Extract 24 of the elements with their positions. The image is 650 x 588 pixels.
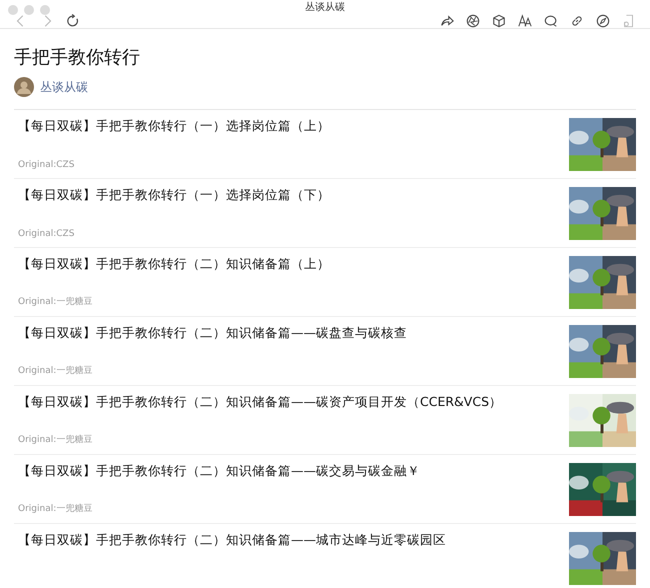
avatar-icon [14,77,34,97]
article-link[interactable]: 【每日双碳】手把手教你转行（二）知识储备篇——城市达峰与近零碳园区 [18,532,446,549]
source-label: Original:一兜糖豆 [18,364,94,377]
source-label: Original:一兜糖豆 [18,502,94,515]
source-label: Original:CZS [18,229,76,239]
article-link[interactable]: 【每日双碳】手把手教你转行（二）知识储备篇（上） [18,256,330,273]
source-label: Original:一兜糖豆 [18,434,94,446]
article-link[interactable]: 【每日双碳】手把手教你转行（二）知识储备篇——碳盘查与碳核查 [18,325,407,342]
window-title: 丛谈从碳 [305,0,345,14]
source-label: Original:CZS [18,160,76,170]
article-link[interactable]: 【每日双碳】手把手教你转行（二）知识储备篇——碳交易与碳金融￥ [18,463,420,480]
article-link[interactable]: 【每日双碳】手把手教你转行（一）选择岗位篇（下） [18,187,330,204]
compass-icon[interactable] [596,14,610,28]
author-link[interactable]: 丛谈从碳 [40,78,88,96]
share-icon[interactable] [440,14,454,28]
article-link[interactable]: 【每日双碳】手把手教你转行（二）知识储备篇——碳资产项目开发（CCER&VCS） [18,394,502,411]
refresh-icon[interactable] [66,14,80,28]
article-link[interactable]: 【每日双碳】手把手教你转行（一）选择岗位篇（上） [18,118,330,135]
cube-icon[interactable] [492,14,506,28]
aperture-icon[interactable] [466,14,480,28]
font-size-icon[interactable] [518,14,532,28]
source-label: Original:一兜糖豆 [18,296,94,308]
link-icon[interactable] [570,14,584,28]
article-title: 手把手教你转行 [14,46,141,69]
